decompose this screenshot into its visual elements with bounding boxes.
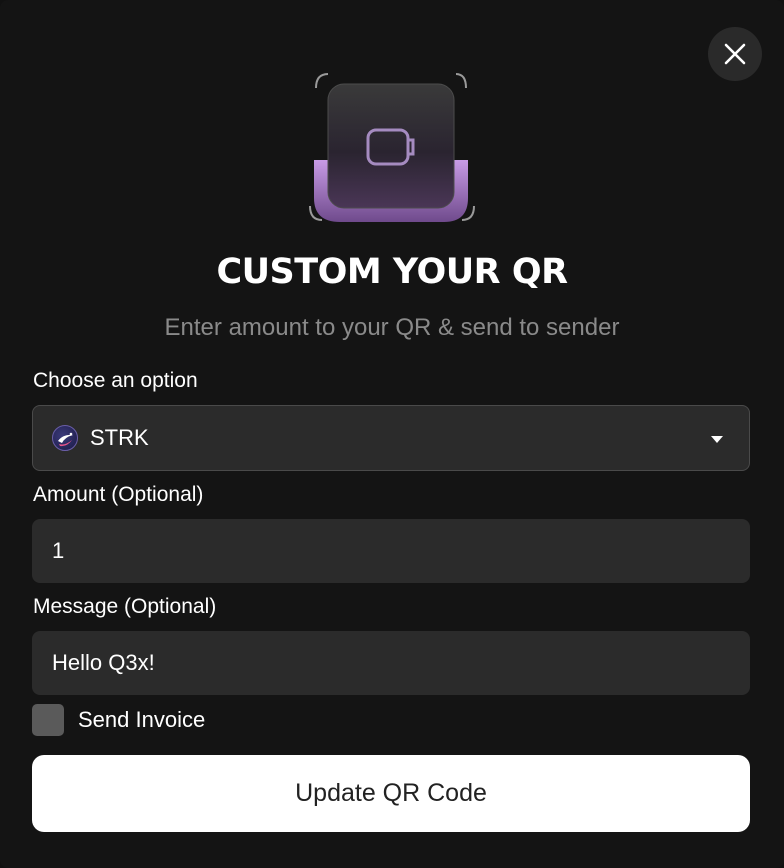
page-subtitle: Enter amount to your QR & send to sender <box>164 314 620 341</box>
send-invoice-checkbox[interactable] <box>32 704 64 736</box>
hero-illustration <box>306 70 478 230</box>
chevron-down-icon <box>711 436 723 443</box>
update-qr-button[interactable]: Update QR Code <box>32 755 750 832</box>
message-label: Message (Optional) <box>33 595 217 618</box>
wallet-icon <box>309 73 475 222</box>
option-label: Choose an option <box>33 369 198 392</box>
token-select[interactable]: STRK <box>32 405 750 471</box>
close-icon <box>724 43 746 65</box>
amount-label: Amount (Optional) <box>33 483 204 506</box>
qr-custom-modal: CUSTOM YOUR QR Enter amount to your QR &… <box>0 0 784 868</box>
close-button[interactable] <box>708 27 762 81</box>
amount-input[interactable] <box>32 519 750 583</box>
page-title: CUSTOM YOUR QR <box>216 252 568 292</box>
starknet-token-icon <box>52 425 78 451</box>
message-input[interactable] <box>32 631 750 695</box>
token-select-value: STRK <box>90 425 149 450</box>
send-invoice-label: Send Invoice <box>78 707 206 732</box>
